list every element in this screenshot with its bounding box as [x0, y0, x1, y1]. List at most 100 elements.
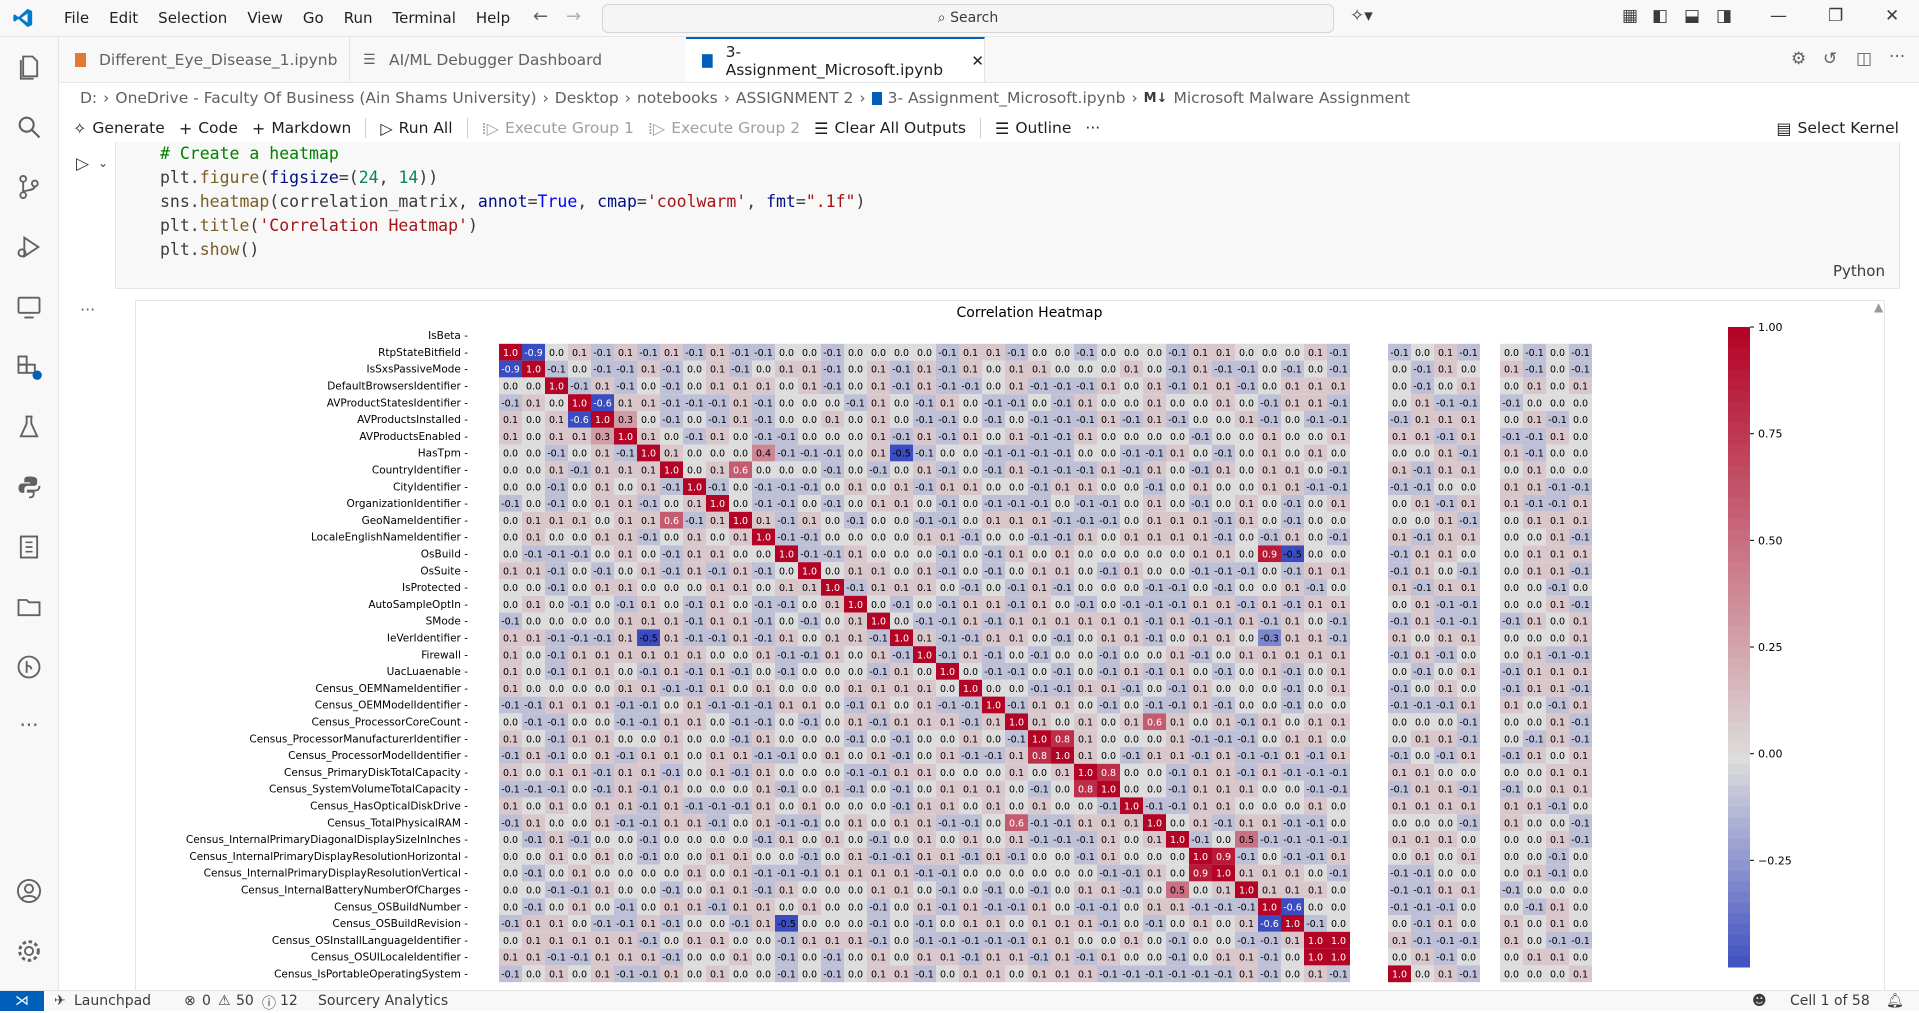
more-views-icon[interactable]: ···	[15, 713, 43, 741]
clear-all-outputs-button[interactable]: ☰ Clear All Outputs	[814, 119, 966, 138]
execute-group-1-button[interactable]: ⁞▷ Execute Group 1	[482, 119, 634, 138]
menu-terminal[interactable]: Terminal	[383, 9, 466, 27]
explorer-icon[interactable]	[15, 53, 43, 81]
forward-arrow-icon[interactable]: →	[566, 6, 581, 27]
gear-icon[interactable]: ⚙	[1791, 49, 1806, 69]
info-icon: ⓘ	[262, 996, 276, 1012]
run-debug-icon[interactable]	[15, 233, 43, 261]
folder-icon[interactable]	[15, 593, 43, 621]
infos-count[interactable]: 12	[280, 993, 298, 1009]
cell-value-label: 0.0	[687, 919, 702, 930]
split-editor-icon[interactable]: ◫	[1856, 49, 1872, 69]
breadcrumb-item[interactable]: notebooks	[637, 89, 718, 107]
breadcrumb-item[interactable]: OneDrive - Faculty Of Business (Ain Sham…	[115, 89, 536, 107]
cell-value-label: 0.1	[1101, 818, 1116, 829]
cell-value-label: 0.1	[940, 398, 955, 409]
cell-value-label: -0.1	[823, 499, 842, 510]
cell-value-label: 0.1	[756, 768, 771, 779]
menu-selection[interactable]: Selection	[148, 9, 237, 27]
copilot-icon[interactable]: ✧▾	[1350, 6, 1373, 26]
chevron-down-icon[interactable]: ⌄	[98, 156, 108, 170]
more-actions-icon[interactable]: ···	[1889, 47, 1905, 67]
notifications-bell-icon[interactable]: 🔔︎	[1886, 993, 1904, 1009]
cell-value-label: -0.1	[984, 650, 1003, 661]
minimize-icon[interactable]: —	[1770, 6, 1787, 26]
testing-icon[interactable]	[15, 413, 43, 441]
scroll-up-icon[interactable]: ▲	[1874, 300, 1883, 314]
errors-count[interactable]: 0	[202, 993, 211, 1009]
back-arrow-icon[interactable]: ←	[533, 6, 548, 27]
tab-assignment-microsoft[interactable]: 3- Assignment_Microsoft.ipynb ✕	[686, 37, 985, 82]
menu-view[interactable]: View	[237, 9, 293, 27]
cell-value-label: 0.0	[503, 482, 518, 493]
cell-value-label: -0.5	[777, 919, 796, 930]
row-label: Census_InternalBatteryNumberOfCharges -	[241, 884, 468, 896]
cell-value-label: -0.1	[777, 785, 796, 796]
tab-ai-ml-debugger-dashboard[interactable]: ☰ AI/ML Debugger Dashboard	[349, 37, 687, 82]
cell-language-label[interactable]: Python	[1833, 262, 1885, 280]
extensions-icon[interactable]	[15, 353, 43, 381]
outline-button[interactable]: ☰ Outline	[995, 119, 1071, 138]
python-icon[interactable]	[15, 473, 43, 501]
history-icon[interactable]: ↺	[1823, 49, 1837, 69]
close-window-icon[interactable]: ✕	[1885, 6, 1899, 26]
select-kernel-button[interactable]: ▤ Select Kernel	[1776, 119, 1899, 138]
notebook-icon[interactable]	[15, 533, 43, 561]
toggle-panel-icon[interactable]: ⬓	[1684, 6, 1700, 26]
tab-different-eye-disease[interactable]: Different_Eye_Disease_1.ipynb	[59, 37, 350, 82]
cell-value-label: 0.0	[1101, 365, 1116, 376]
command-center-search[interactable]: ⌕ Search	[602, 4, 1334, 33]
add-code-cell-button[interactable]: + Code	[179, 119, 238, 138]
breadcrumb-item[interactable]: 3- Assignment_Microsoft.ipynb	[888, 89, 1126, 107]
customize-layout-icon[interactable]: ▦	[1622, 6, 1638, 26]
breadcrumb-item[interactable]: D:	[80, 89, 97, 107]
cell-value-label: 0.0	[963, 398, 978, 409]
cell-position[interactable]: Cell 1 of 58	[1790, 993, 1870, 1009]
source-control-icon[interactable]	[15, 173, 43, 201]
more-toolbar-button[interactable]: ···	[1085, 119, 1100, 137]
copilot-status-icon[interactable]: ☻	[1752, 993, 1767, 1009]
menu-edit[interactable]: Edit	[99, 9, 148, 27]
add-markdown-cell-button[interactable]: + Markdown	[252, 119, 351, 138]
close-tab-icon[interactable]: ✕	[971, 52, 984, 70]
code-cell-editor[interactable]: # Create a heatmap plt.figure(figsize=(2…	[115, 142, 1900, 289]
run-all-button[interactable]: ▷ Run All	[380, 119, 452, 138]
cell-value-label: 0.1	[549, 852, 564, 863]
cell-value-label: -0.1	[570, 633, 589, 644]
breadcrumb-item[interactable]: Microsoft Malware Assignment	[1174, 89, 1411, 107]
menu-help[interactable]: Help	[466, 9, 520, 27]
run-cell-icon[interactable]: ▷	[76, 154, 89, 174]
cell-value-label: -0.1	[1168, 701, 1187, 712]
menu-run[interactable]: Run	[334, 9, 383, 27]
launchpad-label[interactable]: Launchpad	[74, 993, 151, 1009]
menu-go[interactable]: Go	[293, 9, 334, 27]
toggle-sidebar-icon[interactable]: ◧	[1652, 6, 1668, 26]
cell-value-label: 0.1	[986, 348, 1001, 359]
generate-button[interactable]: ✧ Generate	[73, 119, 165, 138]
cell-value-label: -0.1	[800, 852, 819, 863]
cell-value-label: 0.1	[572, 768, 587, 779]
cell-value-label: 0.0	[687, 415, 702, 426]
remote-indicator-icon[interactable]: ⋊	[0, 991, 44, 1011]
warnings-count[interactable]: 50	[236, 993, 254, 1009]
remote-explorer-icon[interactable]	[15, 293, 43, 321]
cell-value-label: 0.0	[1170, 919, 1185, 930]
menu-file[interactable]: File	[54, 9, 99, 27]
manage-gear-icon[interactable]	[15, 937, 43, 965]
execute-group-2-button[interactable]: ⁞▷ Execute Group 2	[648, 119, 800, 138]
breadcrumb-item[interactable]: ASSIGNMENT 2	[736, 89, 853, 107]
cell-value-label: 0.0	[825, 684, 840, 695]
output-more-icon[interactable]: ···	[80, 300, 95, 319]
accounts-icon[interactable]	[15, 877, 43, 905]
search-icon[interactable]	[15, 113, 43, 141]
cell-value-label: 1.0	[595, 415, 610, 426]
restore-icon[interactable]: ❐	[1828, 6, 1843, 26]
cell-value-label: 0.1	[1504, 701, 1519, 712]
cell-value-label: 0.1	[894, 869, 909, 880]
breadcrumb-item[interactable]: Desktop	[555, 89, 619, 107]
sourcery-label[interactable]: Sourcery Analytics	[318, 993, 448, 1009]
colorbar-segment	[1728, 369, 1750, 381]
toggle-secondary-sidebar-icon[interactable]: ◨	[1716, 6, 1732, 26]
cell-value-label: 0.0	[1392, 953, 1407, 964]
git-graph-icon[interactable]	[15, 653, 43, 681]
